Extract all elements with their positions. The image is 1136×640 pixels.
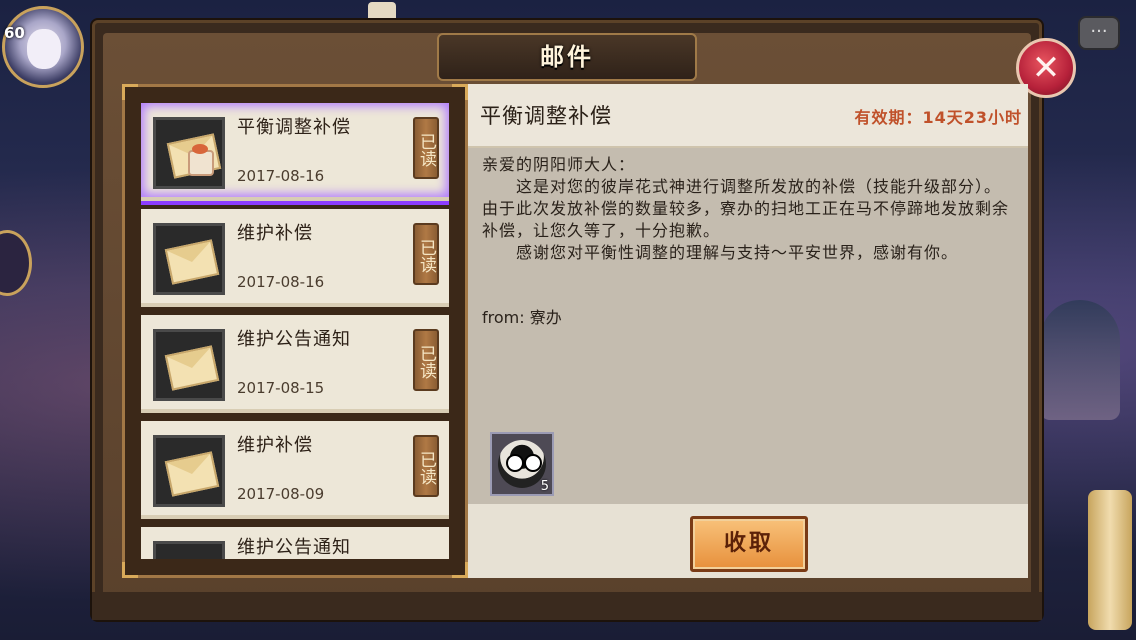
daruma-icon	[498, 440, 546, 488]
gift-icon	[188, 144, 214, 176]
mail-item[interactable]: 维护公告通知 2017-08-15 已读	[141, 315, 449, 413]
envelope-icon	[153, 435, 225, 507]
mail-sender: from: 寮办	[482, 308, 562, 327]
read-status-tag: 已读	[413, 117, 439, 179]
daruma-eye	[524, 454, 542, 472]
read-status-tag: 已读	[413, 223, 439, 285]
frame-corner	[452, 562, 468, 578]
mail-list-viewport[interactable]: 平衡调整补偿 2017-08-16 已读 维护补偿 2017-08-16 已读 …	[141, 103, 449, 559]
pause-icon[interactable]	[368, 2, 396, 22]
mail-date: 2017-08-15	[237, 379, 325, 397]
envelope-with-gift-icon	[153, 117, 225, 189]
envelope-shape	[164, 451, 220, 497]
frame-corner	[122, 562, 138, 578]
read-status-tag: 已读	[413, 329, 439, 391]
read-status-tag: 已读	[413, 435, 439, 497]
mail-date: 2017-08-09	[237, 485, 325, 503]
mail-date: 2017-08-16	[237, 167, 325, 185]
mail-detail: 平衡调整补偿 有效期：14天23小时 亲爱的阴阳师大人： 这是对您的彼岸花式神进…	[468, 84, 1028, 578]
mail-item[interactable]: 维护补偿 2017-08-16 已读	[141, 209, 449, 307]
player-level: 60	[4, 24, 25, 42]
expiry-label: 有效期：14天23小时	[854, 108, 1022, 127]
mail-title: 维护公告通知	[237, 537, 351, 558]
envelope-icon	[153, 329, 225, 401]
mail-body-text: 亲爱的阴阳师大人： 这是对您的彼岸花式神进行调整所发放的补偿（技能升级部分）。由…	[482, 155, 1010, 262]
dialog-title: 邮件	[540, 43, 594, 71]
envelope-icon	[153, 223, 225, 295]
frame-corner	[122, 84, 138, 100]
reward-item[interactable]: 5	[490, 432, 554, 496]
mail-date: 2017-08-16	[237, 273, 325, 291]
mail-item[interactable]: 维护补偿 2017-08-09 已读	[141, 421, 449, 519]
mail-list[interactable]: 平衡调整补偿 2017-08-16 已读 维护补偿 2017-08-16 已读 …	[122, 84, 468, 578]
frame-corner	[452, 84, 468, 100]
envelope-shape	[164, 345, 220, 391]
background-character	[1040, 300, 1120, 420]
dialog-bottom-bar	[92, 592, 1042, 620]
scroll-icon[interactable]	[1088, 490, 1132, 630]
detail-footer: 收取	[468, 504, 1028, 578]
detail-title: 平衡调整补偿	[480, 104, 612, 128]
envelope-icon	[153, 541, 225, 559]
mail-title: 维护补偿	[237, 435, 313, 456]
player-avatar[interactable]	[2, 6, 84, 88]
chat-icon[interactable]: ···	[1078, 16, 1120, 50]
mail-title: 维护补偿	[237, 223, 313, 244]
avatar-face	[27, 29, 61, 69]
mail-item-selected[interactable]: 平衡调整补偿 2017-08-16 已读	[141, 103, 449, 205]
reward-count: 5	[540, 479, 549, 494]
mail-title: 维护公告通知	[237, 329, 351, 350]
claim-button[interactable]: 收取	[690, 516, 808, 572]
daruma-eye	[506, 454, 524, 472]
detail-body[interactable]: 亲爱的阴阳师大人： 这是对您的彼岸花式神进行调整所发放的补偿（技能升级部分）。由…	[468, 148, 1028, 504]
mail-item-partial[interactable]: 维护公告通知	[141, 527, 449, 559]
dialog-title-plate: 邮件	[437, 33, 697, 81]
detail-header: 平衡调整补偿 有效期：14天23小时	[468, 84, 1028, 148]
envelope-shape	[164, 239, 220, 285]
mail-title: 平衡调整补偿	[237, 117, 351, 138]
